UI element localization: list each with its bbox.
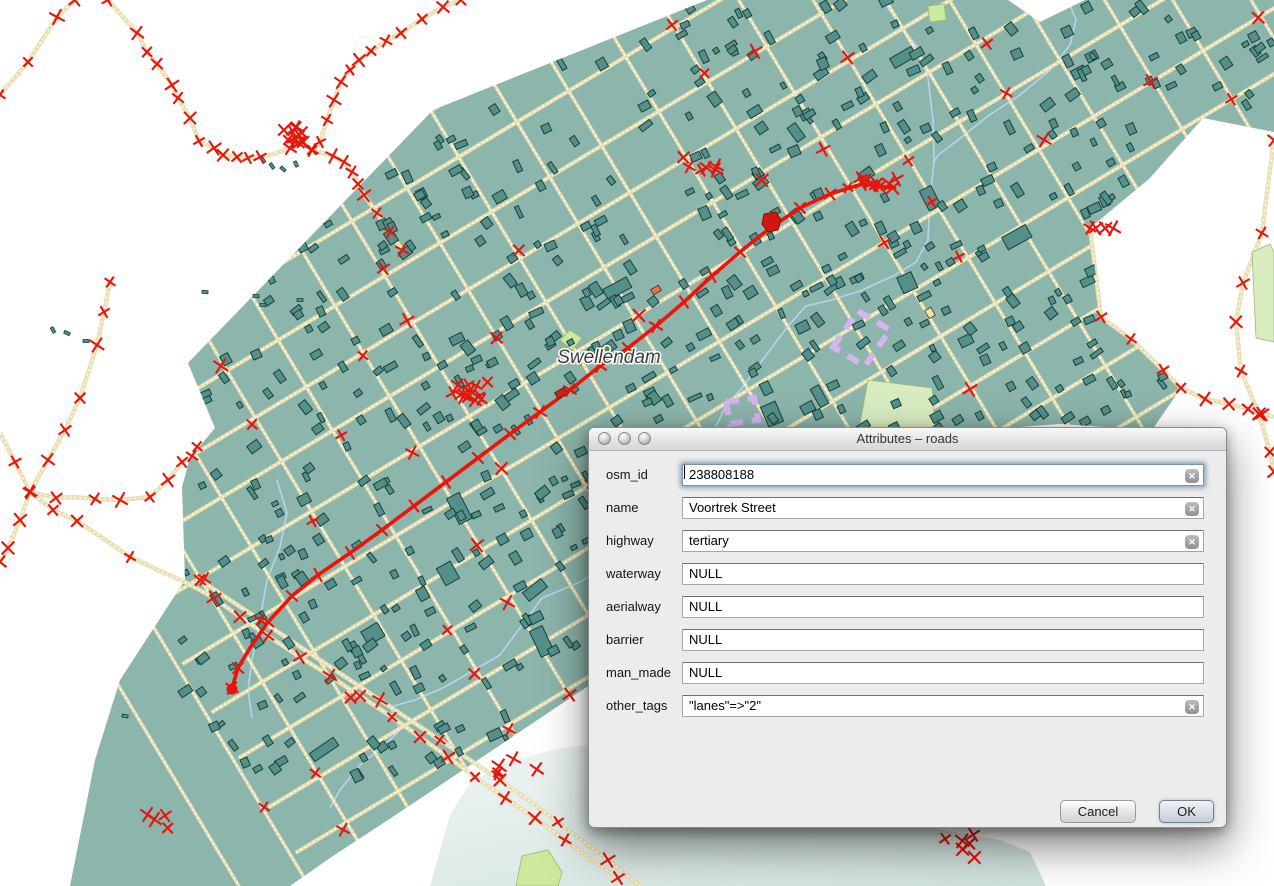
field-label-name: name [606,500,681,515]
clear-icon[interactable]: ✕ [1185,700,1199,714]
clear-icon[interactable]: ✕ [1185,502,1199,516]
field-row-aerialway: aerialway NULL [589,596,1226,618]
building-speck [202,290,208,294]
field-row-other_tags: other_tags "lanes"=>"2" ✕ [589,695,1226,717]
field-row-name: name Voortrek Street ✕ [589,497,1226,519]
field-label-waterway: waterway [606,566,681,581]
field-label-highway: highway [606,533,681,548]
dialog-titlebar[interactable]: Attributes – roads [589,428,1226,451]
field-row-osm_id: osm_id 238808188 ✕ [589,464,1226,486]
building-speck [297,299,303,302]
park-polygon [1252,244,1274,342]
building-speck [253,294,259,297]
park-polygon [928,4,946,22]
text-caret [684,465,685,479]
field-input-man_made[interactable]: NULL [682,662,1204,684]
field-value: NULL [689,665,722,680]
field-input-waterway[interactable]: NULL [682,563,1204,585]
field-value: NULL [689,632,722,647]
qgis-map-window: Swellendam Attributes – roads osm_id2388… [0,0,1274,886]
field-value: NULL [689,599,722,614]
field-value: tertiary [689,533,729,548]
building-speck [260,303,266,307]
field-row-waterway: waterway NULL [589,563,1226,585]
attributes-dialog: Attributes – roads osm_id238808188✕nameV… [588,427,1227,828]
field-input-other_tags[interactable]: "lanes"=>"2" ✕ [682,695,1204,717]
field-label-osm_id: osm_id [606,467,681,482]
field-label-aerialway: aerialway [606,599,681,614]
clear-icon[interactable]: ✕ [1185,535,1199,549]
field-value: NULL [689,566,722,581]
field-label-man_made: man_made [606,665,681,680]
field-label-other_tags: other_tags [606,698,681,713]
field-label-barrier: barrier [606,632,681,647]
building-speck [83,340,89,343]
dialog-title: Attributes – roads [589,431,1226,446]
field-row-highway: highway tertiary ✕ [589,530,1226,552]
field-input-aerialway[interactable]: NULL [682,596,1204,618]
field-value: Voortrek Street [689,500,776,515]
cancel-button[interactable]: Cancel [1060,800,1136,823]
ok-button[interactable]: OK [1159,800,1214,823]
field-row-man_made: man_made NULL [589,662,1226,684]
field-input-highway[interactable]: tertiary ✕ [682,530,1204,552]
field-input-barrier[interactable]: NULL [682,629,1204,651]
field-input-name[interactable]: Voortrek Street ✕ [682,497,1204,519]
field-value: 238808188 [689,467,754,482]
place-label: Swellendam [557,347,661,368]
building-speck [122,714,128,718]
clear-icon[interactable]: ✕ [1185,469,1199,483]
field-input-osm_id[interactable]: 238808188 ✕ [682,464,1204,486]
field-row-barrier: barrier NULL [589,629,1226,651]
field-value: "lanes"=>"2" [689,698,761,713]
